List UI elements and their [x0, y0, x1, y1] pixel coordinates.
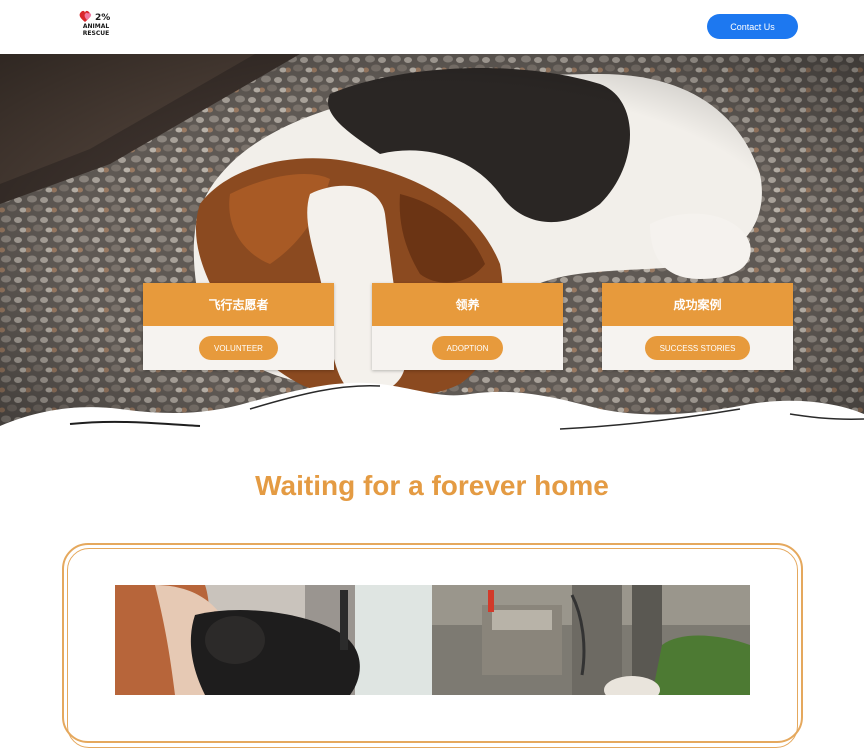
card-body: SUCCESS STORIES: [602, 326, 793, 370]
card-title: 成功案例: [602, 283, 793, 326]
logo-line-2: RESCUE: [82, 30, 110, 37]
card-success-stories: 成功案例 SUCCESS STORIES: [602, 283, 793, 370]
card-adoption: 领养 ADOPTION: [372, 283, 563, 370]
logo[interactable]: 2% ANIMAL RESCUE: [76, 9, 116, 41]
site-header: 2% ANIMAL RESCUE Contact Us: [0, 0, 864, 54]
logo-wordmark: ANIMAL RESCUE: [80, 23, 112, 37]
card-body: ADOPTION: [372, 326, 563, 370]
hero-image: [0, 54, 864, 448]
card-volunteer: 飞行志愿者 VOLUNTEER: [143, 283, 334, 370]
gallery-photo-right[interactable]: [432, 585, 750, 695]
gallery-photo-left[interactable]: [115, 585, 432, 695]
logo-percent: 2%: [95, 13, 111, 23]
card-body: VOLUNTEER: [143, 326, 334, 370]
contact-us-button[interactable]: Contact Us: [707, 14, 798, 39]
card-title: 领养: [372, 283, 563, 326]
volunteer-button[interactable]: VOLUNTEER: [199, 336, 278, 360]
card-title: 飞行志愿者: [143, 283, 334, 326]
adoption-button[interactable]: ADOPTION: [431, 336, 504, 360]
section-title: Waiting for a forever home: [255, 470, 609, 501]
hero-banner: [0, 54, 864, 448]
yard-dog-photo: [432, 585, 750, 695]
logo-line-1: ANIMAL: [82, 23, 110, 30]
puppy-photo: [115, 585, 432, 695]
success-stories-button[interactable]: SUCCESS STORIES: [644, 336, 751, 360]
